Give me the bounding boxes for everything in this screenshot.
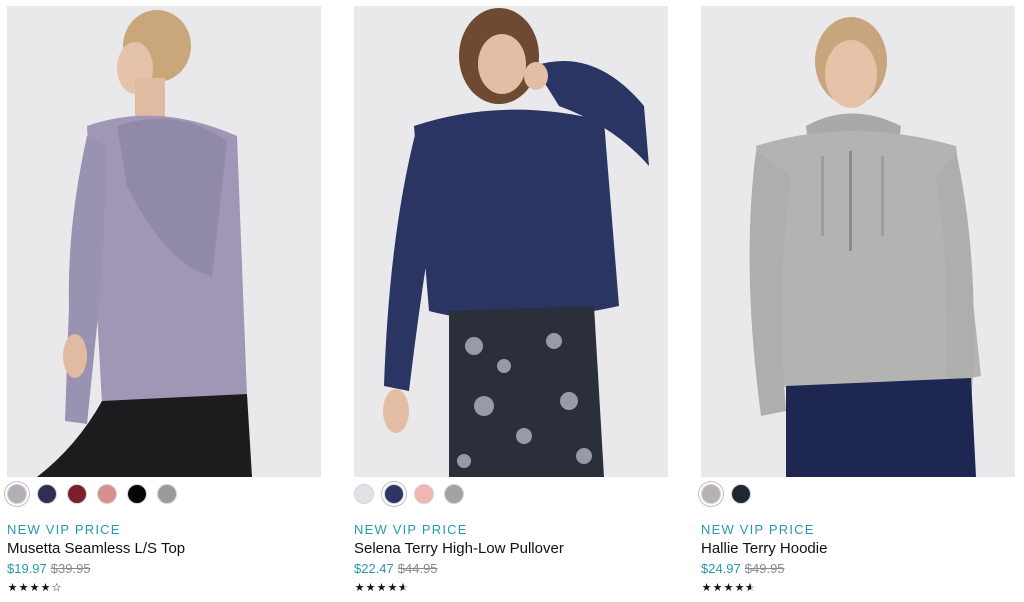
price: $22.47 $44.95 bbox=[354, 561, 438, 576]
color-swatches bbox=[701, 484, 751, 506]
sale-price: $22.47 bbox=[354, 561, 394, 576]
color-swatch[interactable] bbox=[354, 484, 374, 504]
star-full-icon: ★ bbox=[376, 581, 387, 594]
color-swatch[interactable] bbox=[701, 484, 721, 504]
original-price: $49.95 bbox=[744, 561, 785, 576]
star-full-icon: ★ bbox=[18, 581, 29, 594]
color-swatch[interactable] bbox=[157, 484, 177, 504]
star-empty-icon: ☆ bbox=[51, 581, 62, 594]
price: $24.97 $49.95 bbox=[701, 561, 785, 576]
promo-label: NEW VIP PRICE bbox=[354, 522, 468, 537]
star-full-icon: ★ bbox=[723, 581, 734, 594]
product-card: NEW VIP PRICE Hallie Terry Hoodie $24.97… bbox=[701, 0, 1017, 602]
promo-label: NEW VIP PRICE bbox=[7, 522, 121, 537]
product-grid: NEW VIP PRICE Musetta Seamless L/S Top $… bbox=[0, 0, 1024, 602]
color-swatch[interactable] bbox=[414, 484, 434, 504]
star-full-icon: ★ bbox=[40, 581, 51, 594]
sale-price: $19.97 bbox=[7, 561, 47, 576]
product-image[interactable] bbox=[701, 6, 1015, 477]
original-price: $44.95 bbox=[397, 561, 438, 576]
color-swatch[interactable] bbox=[97, 484, 117, 504]
star-half-icon: ★ bbox=[398, 581, 409, 594]
star-rating: ★★★★★ bbox=[701, 581, 756, 594]
star-rating: ★★★★★ bbox=[354, 581, 409, 594]
color-swatch[interactable] bbox=[7, 484, 27, 504]
star-half-icon: ★ bbox=[745, 581, 756, 594]
promo-label: NEW VIP PRICE bbox=[701, 522, 815, 537]
product-card: NEW VIP PRICE Musetta Seamless L/S Top $… bbox=[7, 0, 323, 602]
color-swatch[interactable] bbox=[37, 484, 57, 504]
color-swatch[interactable] bbox=[127, 484, 147, 504]
sale-price: $24.97 bbox=[701, 561, 741, 576]
color-swatches bbox=[354, 484, 464, 506]
product-name[interactable]: Hallie Terry Hoodie bbox=[701, 540, 827, 557]
star-full-icon: ★ bbox=[7, 581, 18, 594]
product-image[interactable] bbox=[7, 6, 321, 477]
product-image[interactable] bbox=[354, 6, 668, 477]
color-swatch[interactable] bbox=[731, 484, 751, 504]
color-swatch[interactable] bbox=[384, 484, 404, 504]
original-price: $39.95 bbox=[50, 561, 91, 576]
star-full-icon: ★ bbox=[712, 581, 723, 594]
color-swatch[interactable] bbox=[67, 484, 87, 504]
star-rating: ★★★★☆ bbox=[7, 581, 62, 594]
price: $19.97 $39.95 bbox=[7, 561, 91, 576]
model-photo-illustration bbox=[701, 6, 1015, 477]
star-full-icon: ★ bbox=[387, 581, 398, 594]
star-full-icon: ★ bbox=[365, 581, 376, 594]
star-full-icon: ★ bbox=[734, 581, 745, 594]
model-photo-illustration bbox=[7, 6, 321, 477]
star-full-icon: ★ bbox=[701, 581, 712, 594]
color-swatches bbox=[7, 484, 177, 506]
star-full-icon: ★ bbox=[29, 581, 40, 594]
product-name[interactable]: Musetta Seamless L/S Top bbox=[7, 540, 185, 557]
model-photo-illustration bbox=[354, 6, 668, 477]
star-full-icon: ★ bbox=[354, 581, 365, 594]
color-swatch[interactable] bbox=[444, 484, 464, 504]
product-name[interactable]: Selena Terry High-Low Pullover bbox=[354, 540, 564, 557]
product-card: NEW VIP PRICE Selena Terry High-Low Pull… bbox=[354, 0, 670, 602]
